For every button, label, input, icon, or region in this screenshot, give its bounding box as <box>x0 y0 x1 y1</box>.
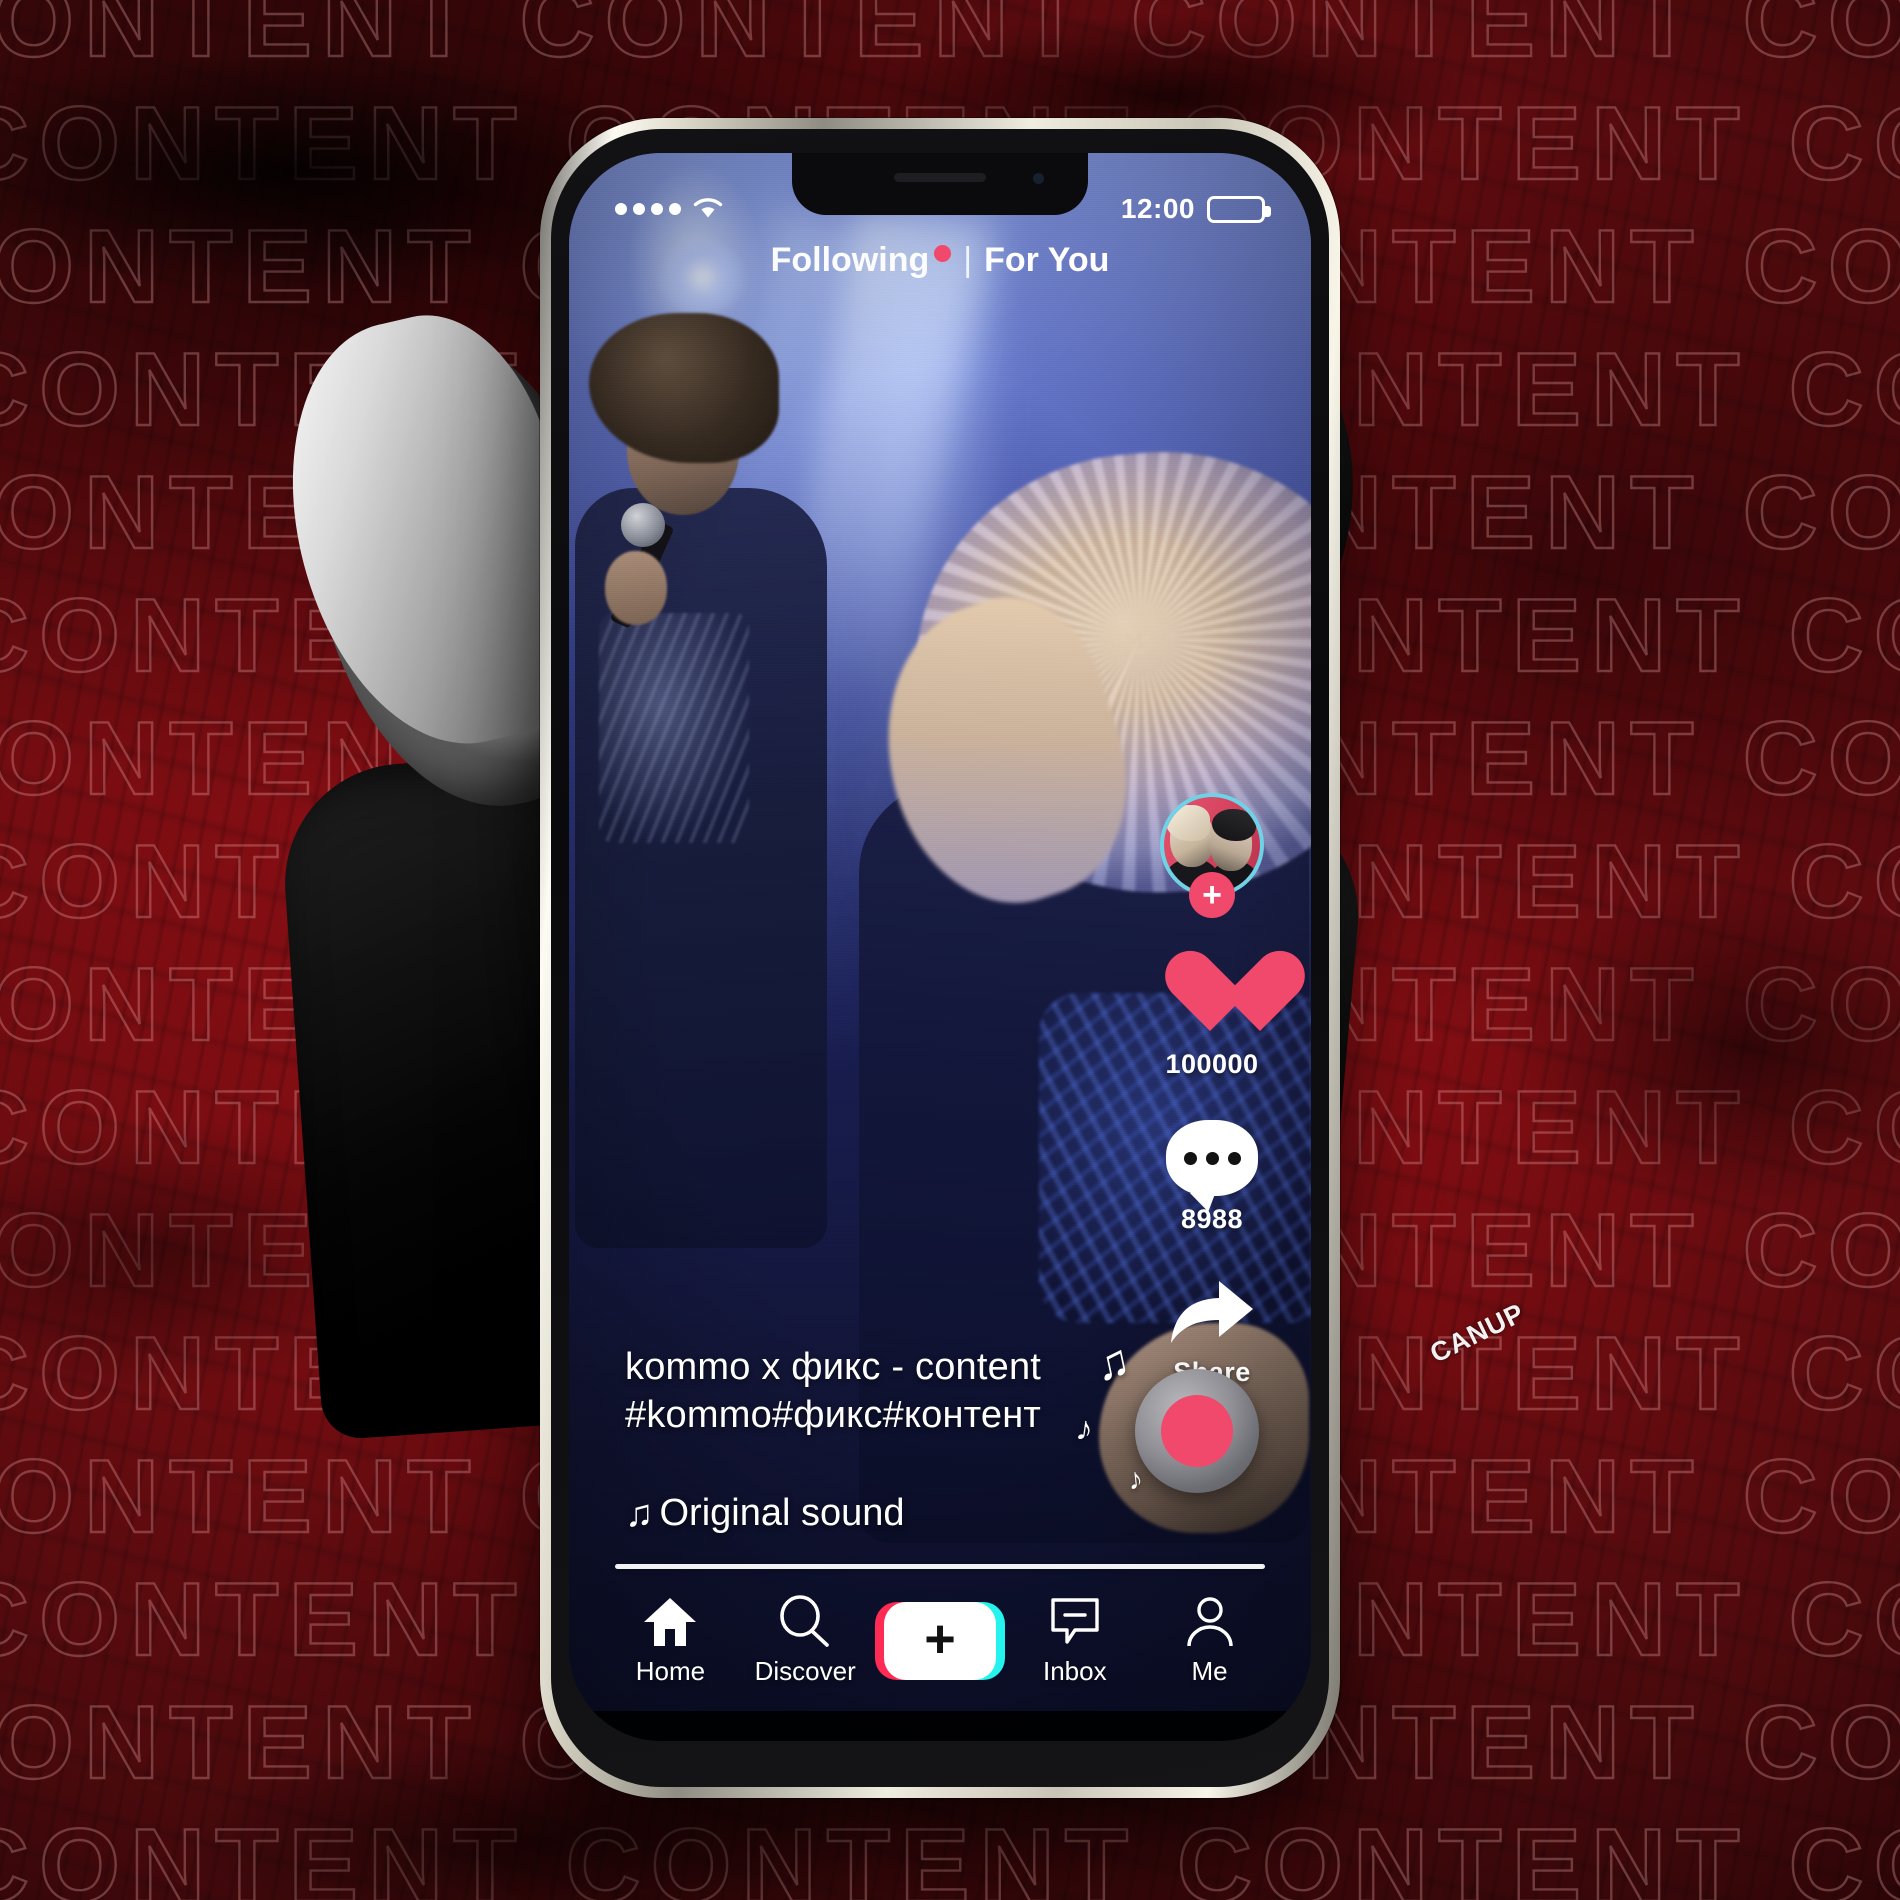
nav-item-me[interactable]: Me <box>1146 1595 1274 1687</box>
live-indicator-dot <box>934 245 952 262</box>
nav-item-discover[interactable]: Discover <box>741 1595 869 1687</box>
like-count: 100000 <box>1165 1049 1259 1079</box>
jacket-text: CANUP <box>1425 1297 1530 1369</box>
tab-separator: | <box>963 241 973 279</box>
nav-label-me: Me <box>1191 1656 1228 1686</box>
app-ui-overlay: 12:00 Following | For You + 100000 8988 … <box>569 153 1311 1741</box>
battery-icon <box>1207 195 1271 223</box>
avatar[interactable]: + <box>1160 793 1264 918</box>
sound-row[interactable]: ♫ Original sound <box>625 1492 905 1535</box>
person-icon <box>1185 1595 1235 1649</box>
floating-music-note-icon: ♪ <box>1126 1462 1145 1497</box>
status-bar: 12:00 <box>569 189 1311 229</box>
feed-tabs: Following | For You <box>569 241 1311 280</box>
nav-label-inbox: Inbox <box>1042 1656 1107 1686</box>
video-progress-bar[interactable] <box>615 1564 1265 1569</box>
poster-canvas: CONTENT CONTENT CONTENT CONTENT CONTENT … <box>0 0 1900 1900</box>
disc-core <box>1161 1395 1233 1467</box>
status-right: 12:00 <box>1120 193 1271 225</box>
wifi-icon <box>691 194 725 225</box>
bottom-navigation: Home Discover + Inbox Me <box>569 1579 1311 1703</box>
plus-glyph: + <box>924 1608 956 1669</box>
signal-dots-icon <box>615 203 681 215</box>
avatar-hair-left <box>1166 805 1210 841</box>
heart-icon <box>1164 953 1260 1041</box>
home-icon <box>642 1595 698 1649</box>
comment-button[interactable]: 8988 <box>1166 1120 1258 1235</box>
sound-label: Original sound <box>659 1492 905 1534</box>
tab-following[interactable]: Following <box>771 241 930 280</box>
action-rail: + 100000 8988 <box>1137 793 1287 1428</box>
plus-icon[interactable]: + <box>874 1602 1005 1680</box>
comment-bubble-icon <box>1166 1120 1258 1196</box>
nav-item-inbox[interactable]: Inbox <box>1011 1595 1139 1687</box>
status-clock: 12:00 <box>1120 193 1195 224</box>
phone-screen: 12:00 Following | For You + 100000 8988 … <box>569 153 1311 1741</box>
nav-item-create[interactable]: + <box>874 1602 1005 1680</box>
phone-bezel: 12:00 Following | For You + 100000 8988 … <box>551 129 1329 1787</box>
status-left <box>615 194 725 225</box>
like-button[interactable]: 100000 <box>1164 953 1260 1080</box>
search-icon <box>777 1595 833 1649</box>
avatar-hair-right <box>1212 809 1256 841</box>
caption-hashtags[interactable]: #kommo#фикс#контент <box>625 1392 1185 1440</box>
music-note-icon: ♫ <box>625 1492 654 1535</box>
background-content-row: CONTENT CONTENT CONTENT CONTENT CONTENT … <box>0 1807 1900 1900</box>
inbox-icon <box>1049 1595 1101 1649</box>
nav-item-home[interactable]: Home <box>606 1595 734 1687</box>
screen-bottom-bar <box>569 1711 1311 1741</box>
follow-button[interactable]: + <box>1189 872 1235 918</box>
share-arrow-icon <box>1165 1275 1259 1349</box>
record-disc-icon[interactable] <box>1135 1369 1259 1493</box>
tab-for-you[interactable]: For You <box>984 241 1109 280</box>
phone-mockup: 12:00 Following | For You + 100000 8988 … <box>540 118 1340 1798</box>
nav-label-discover: Discover <box>754 1656 856 1686</box>
background-content-row: CONTENT CONTENT CONTENT CONTENT CONTENT … <box>0 0 1900 80</box>
nav-label-home: Home <box>635 1656 706 1686</box>
